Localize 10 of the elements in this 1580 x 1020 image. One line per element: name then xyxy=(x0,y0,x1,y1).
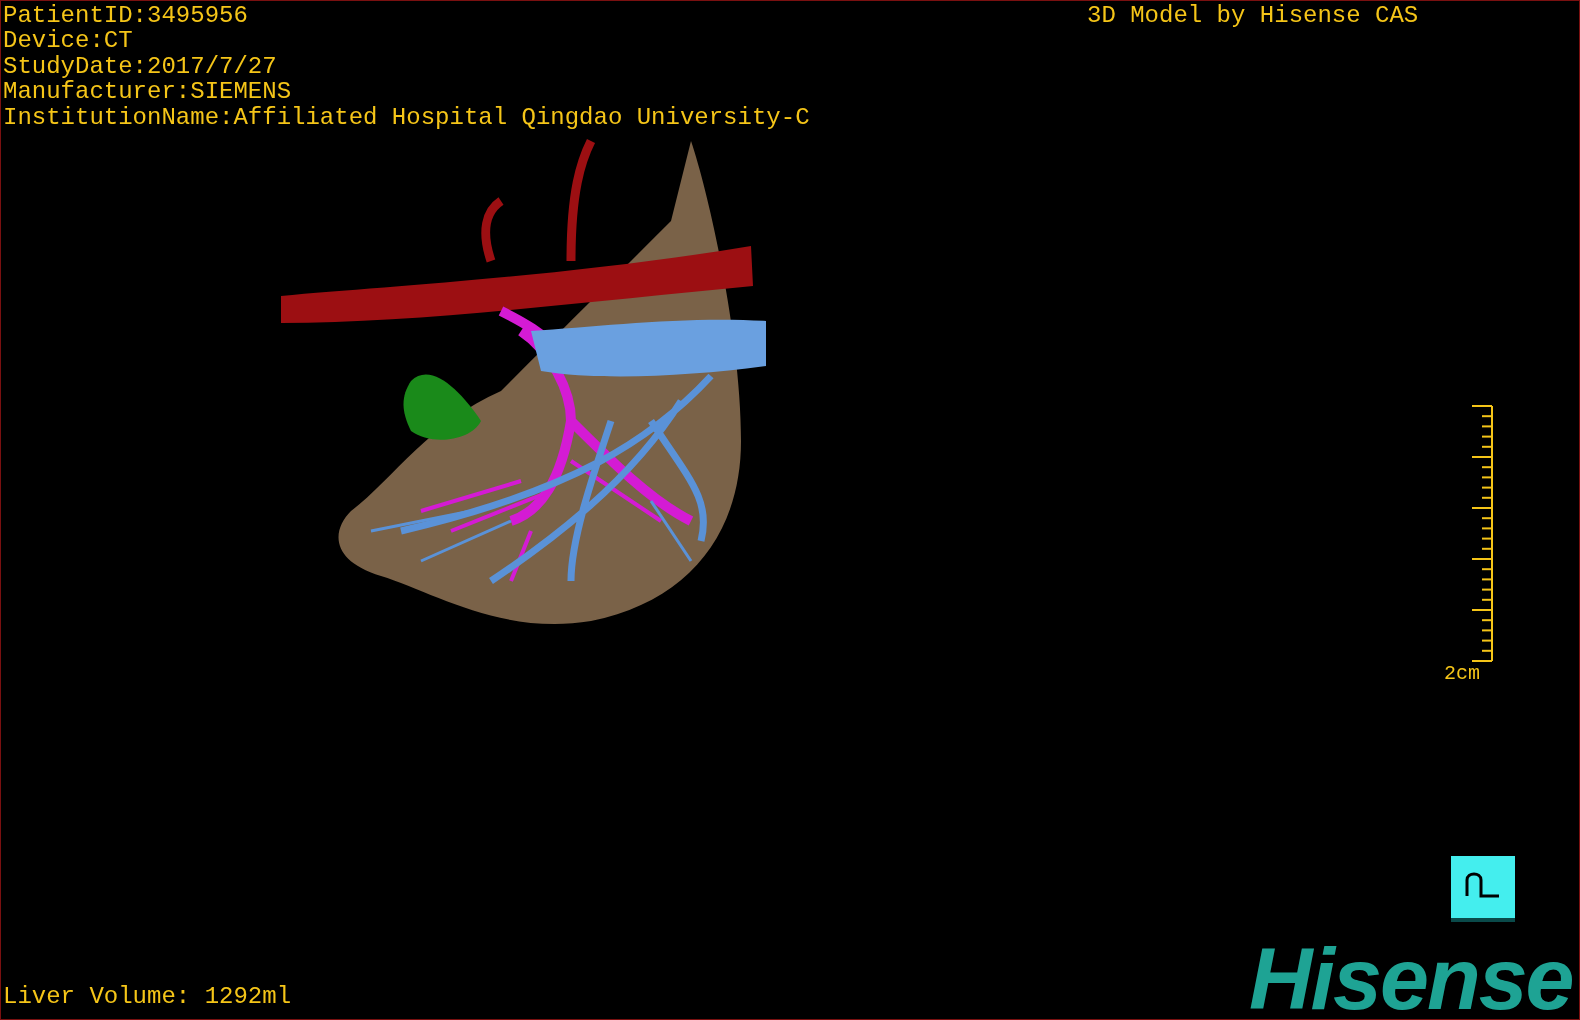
patient-info-text: InstitutionName:Affiliated Hospital Qingdao University-C xyxy=(3,104,810,131)
brand-logo: Hisense xyxy=(1249,941,1573,1017)
scale-label: 2cm xyxy=(1444,663,1480,685)
orientation-cube-icon[interactable] xyxy=(1451,856,1515,924)
model-credit-text: 3D Model by Hisense CAS xyxy=(1087,3,1419,29)
patient-info-text: StudyDate:2017/7/27 xyxy=(3,53,278,80)
patient-info-text: Device:CT xyxy=(3,28,134,54)
patient-info-text: Manufacturer:SIEMENS xyxy=(3,79,293,105)
liver-volume-text: Liver Volume: 1292ml xyxy=(3,983,292,1009)
patient-info-text: PatientID:3495956 xyxy=(3,3,249,29)
